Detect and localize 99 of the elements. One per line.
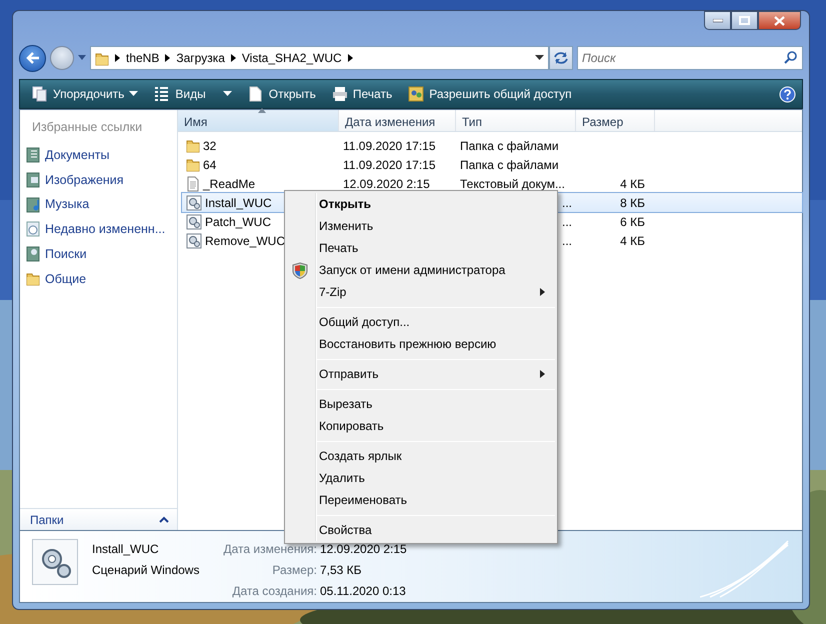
- toolbar-button[interactable]: Разрешить общий доступ: [402, 83, 578, 105]
- type-cell-text: ...: [562, 194, 572, 212]
- menu-item[interactable]: Печать: [287, 237, 555, 259]
- folders-bar[interactable]: Папки: [20, 508, 177, 530]
- printer-icon: [332, 86, 348, 102]
- menu-item[interactable]: Удалить: [287, 467, 555, 489]
- menu-item[interactable]: Свойства: [287, 519, 555, 541]
- maximize-button[interactable]: [731, 11, 758, 30]
- sidebar-item[interactable]: Общие: [20, 266, 177, 292]
- menu-item[interactable]: Копировать: [287, 415, 555, 437]
- share-icon: [408, 86, 424, 102]
- type-cell-text: ...: [562, 214, 572, 230]
- sidebar-item[interactable]: Недавно измененн...: [20, 217, 177, 242]
- document-icon: [248, 86, 264, 102]
- menu-item[interactable]: 7-Zip: [287, 281, 555, 303]
- caret-icon: [129, 91, 138, 97]
- minimize-icon: [712, 18, 722, 22]
- toolbar-button[interactable]: Виды: [148, 83, 238, 105]
- folders-label: Папки: [30, 512, 64, 528]
- close-icon: [774, 16, 785, 26]
- folder-icon: [186, 138, 200, 153]
- dropdown-icon[interactable]: [535, 55, 544, 61]
- shield-icon: [292, 262, 308, 279]
- toolbar-button[interactable]: Печать: [326, 83, 398, 105]
- type-cell-text: ...: [562, 232, 572, 250]
- chevron-icon: [115, 54, 120, 62]
- size-cell-text: 8 КБ: [620, 194, 645, 212]
- column-header[interactable]: Дата изменения: [339, 110, 456, 131]
- menu-item[interactable]: Переименовать: [287, 489, 555, 511]
- file-type: Сценарий Windows: [92, 562, 200, 579]
- music-icon: [26, 196, 40, 213]
- section-title: Избранные ссылки: [31, 119, 144, 136]
- chevron-icon: [230, 54, 236, 62]
- submenu-arrow-icon: [540, 288, 545, 296]
- sidebar-item[interactable]: Поиски: [20, 242, 177, 266]
- file-name[interactable]: _ReadMe: [182, 174, 339, 192]
- maximize-icon: [739, 16, 750, 25]
- caret-icon: [222, 91, 232, 97]
- address-bar[interactable]: theNB Загрузка Vista_SHA2_WUC: [90, 46, 549, 70]
- folder-icon: [186, 157, 200, 172]
- menu-item[interactable]: Общий доступ...: [287, 311, 555, 333]
- size-cell-text: 4 КБ: [620, 176, 645, 192]
- help-icon[interactable]: [779, 86, 796, 102]
- toolbar-button[interactable]: Открыть: [242, 83, 322, 105]
- documents-icon: [26, 147, 40, 164]
- date-cell-text: 11.09.2020 17:15: [343, 156, 436, 174]
- field-label: Дата создания:: [231, 583, 317, 600]
- close-button[interactable]: [758, 11, 801, 30]
- organize-icon: [32, 86, 48, 102]
- column-header[interactable]: Размер: [576, 110, 655, 131]
- chevron-icon: [348, 54, 353, 62]
- breadcrumb-link[interactable]: Загрузка: [176, 49, 225, 67]
- search-field[interactable]: Поиск: [577, 46, 803, 70]
- size-cell-text: 6 КБ: [620, 214, 645, 230]
- sort-arrow-icon: [258, 108, 266, 113]
- breadcrumb-link[interactable]: Vista_SHA2_WUC: [242, 49, 342, 67]
- folder-icon: [26, 270, 40, 287]
- column-header[interactable]: Имя: [178, 110, 339, 131]
- field-label: Размер:: [271, 562, 317, 579]
- date-cell-text: 12.09.2020 2:15: [343, 176, 430, 192]
- menu-item[interactable]: Создать ярлык: [287, 445, 555, 467]
- date-cell-text: 11.09.2020 17:15: [343, 138, 436, 154]
- file-name: Install_WUC: [92, 541, 160, 558]
- field-value: 12.09.2020 2:15: [320, 541, 407, 558]
- toolbar-button[interactable]: Упорядочить: [26, 83, 144, 105]
- menu-item[interactable]: Отправить: [287, 363, 555, 385]
- search-folder-icon: [26, 246, 40, 262]
- minimize-button[interactable]: [704, 11, 731, 30]
- file-name[interactable]: 64: [182, 156, 339, 174]
- menu-item[interactable]: Запуск от имени администратора: [287, 259, 555, 281]
- menu-item[interactable]: Вырезать: [287, 393, 555, 415]
- size-cell-text: 4 КБ: [620, 232, 645, 250]
- field-value: 7,53 КБ: [320, 562, 363, 579]
- menu-item[interactable]: Открыть: [287, 193, 555, 215]
- collapse-icon[interactable]: [159, 516, 169, 523]
- chevron-icon: [165, 54, 170, 62]
- views-icon: [154, 86, 170, 102]
- back-button[interactable]: [19, 44, 46, 72]
- document-icon: [186, 176, 200, 192]
- refresh-icon: [553, 51, 569, 65]
- type-cell-text: Текстовый докум...: [460, 176, 565, 192]
- pictures-icon: [26, 172, 40, 188]
- column-header[interactable]: Тип: [456, 110, 576, 131]
- submenu-arrow-icon: [540, 370, 545, 378]
- breadcrumb-link[interactable]: theNB: [126, 49, 160, 67]
- sidebar-item[interactable]: Изображения: [20, 168, 177, 192]
- field-value: 05.11.2020 0:13: [320, 583, 407, 600]
- menu-item[interactable]: Изменить: [287, 215, 555, 237]
- file-name[interactable]: 32: [182, 136, 339, 154]
- back-arrow-icon: [26, 52, 40, 64]
- field-label: Дата изменения:: [223, 541, 317, 558]
- search-icon[interactable]: [784, 51, 797, 64]
- menu-item[interactable]: Восстановить прежнюю версию: [287, 333, 555, 355]
- folder-icon: [95, 50, 109, 66]
- type-cell-text: Папка с файлами: [460, 156, 559, 174]
- sidebar-item[interactable]: Документы: [20, 142, 177, 168]
- sidebar-item[interactable]: Музыка: [20, 192, 177, 217]
- refresh-button[interactable]: [549, 46, 573, 70]
- type-cell-text: Папка с файлами: [460, 138, 559, 154]
